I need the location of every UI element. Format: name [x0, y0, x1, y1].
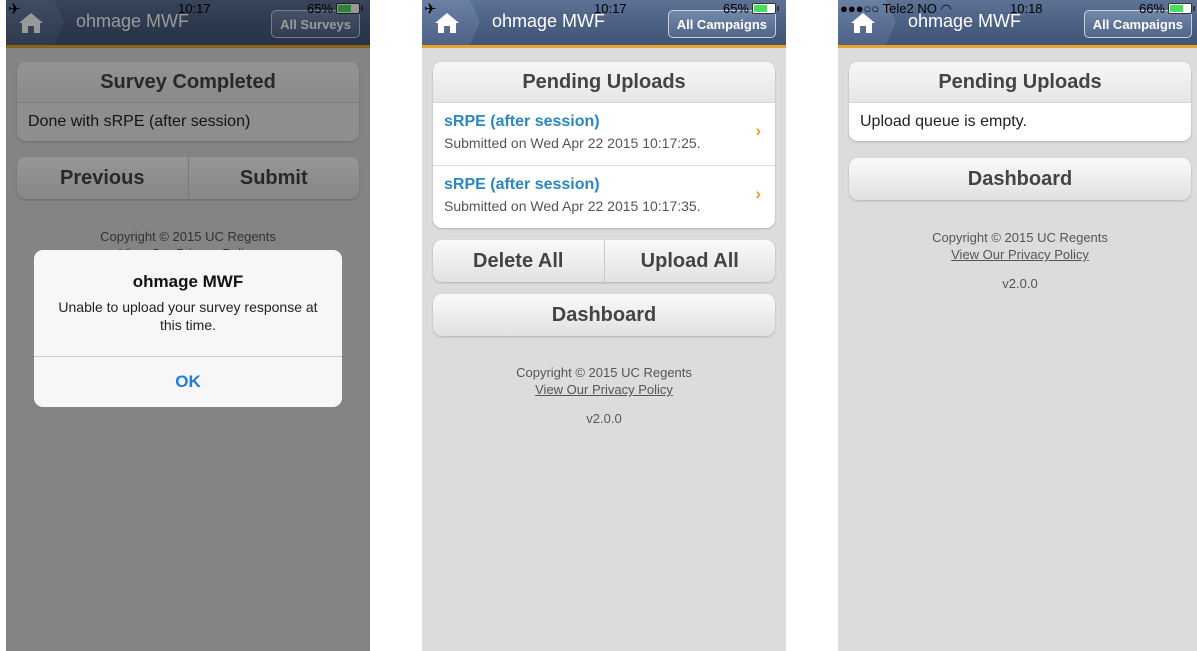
- chevron-right-icon: ›: [755, 184, 761, 203]
- list-item[interactable]: sRPE (after session) Submitted on Wed Ap…: [433, 103, 775, 166]
- pending-uploads-panel: Pending Uploads sRPE (after session) Sub…: [433, 62, 775, 228]
- ok-button[interactable]: OK: [34, 356, 342, 407]
- copyright-text: Copyright © 2015 UC Regents: [516, 365, 692, 380]
- dashboard-button[interactable]: Dashboard: [433, 294, 775, 336]
- alert-dialog: ohmage MWF Unable to upload your survey …: [34, 250, 342, 407]
- screen-survey-completed: ✈ ohmage MWF 10:17 All Surveys 65% Surve…: [6, 0, 370, 651]
- version-text: v2.0.0: [586, 411, 622, 426]
- battery-status: 66%: [1138, 1, 1195, 16]
- empty-queue-text: Upload queue is empty.: [860, 113, 1027, 130]
- screen-upload-queue-empty: ●●●○○ Tele2 NO ◠ ohmage MWF 10:18 All Ca…: [838, 0, 1197, 651]
- privacy-policy-link[interactable]: View Our Privacy Policy: [422, 381, 786, 398]
- battery-status: 65%: [722, 1, 779, 16]
- privacy-policy-link[interactable]: View Our Privacy Policy: [838, 246, 1197, 263]
- battery-percent: 65%: [722, 1, 749, 16]
- dashboard-button[interactable]: Dashboard: [849, 158, 1191, 200]
- screen-pending-uploads: ✈ ohmage MWF 10:17 All Campaigns 65% Pen…: [422, 0, 786, 651]
- header-title: ohmage MWF: [492, 11, 606, 31]
- upload-all-button[interactable]: Upload All: [603, 240, 776, 282]
- pending-uploads-panel: Pending Uploads Upload queue is empty.: [849, 62, 1191, 141]
- status-time: 10:18: [1010, 1, 1043, 16]
- chevron-right-icon: ›: [755, 121, 761, 140]
- alert-title: ohmage MWF: [132, 272, 244, 291]
- footer: Copyright © 2015 UC Regents View Our Pri…: [838, 229, 1197, 292]
- version-text: v2.0.0: [1002, 276, 1038, 291]
- app-header: ●●●○○ Tele2 NO ◠ ohmage MWF 10:18 All Ca…: [838, 0, 1197, 48]
- status-time: 10:17: [594, 1, 627, 16]
- upload-name: sRPE (after session): [444, 113, 600, 130]
- battery-icon: [1168, 3, 1195, 14]
- delete-all-button[interactable]: Delete All: [433, 240, 604, 282]
- upload-timestamp: Submitted on Wed Apr 22 2015 10:17:25.: [444, 135, 701, 151]
- copyright-text: Copyright © 2015 UC Regents: [932, 230, 1108, 245]
- upload-timestamp: Submitted on Wed Apr 22 2015 10:17:35.: [444, 198, 701, 214]
- airplane-icon: ✈: [424, 1, 437, 18]
- header-title: ohmage MWF: [908, 11, 1022, 31]
- battery-icon: [752, 3, 779, 14]
- alert-message: Unable to upload your survey response at…: [58, 299, 318, 333]
- panel-title: Pending Uploads: [849, 62, 1191, 103]
- panel-title: Pending Uploads: [433, 62, 775, 103]
- list-item[interactable]: sRPE (after session) Submitted on Wed Ap…: [433, 166, 775, 228]
- upload-action-buttons: Delete All Upload All: [433, 240, 775, 282]
- upload-name: sRPE (after session): [444, 176, 600, 193]
- home-icon: [435, 12, 459, 33]
- app-header: ✈ ohmage MWF 10:17 All Campaigns 65%: [422, 0, 786, 48]
- footer: Copyright © 2015 UC Regents View Our Pri…: [422, 364, 786, 427]
- battery-percent: 66%: [1138, 1, 1165, 16]
